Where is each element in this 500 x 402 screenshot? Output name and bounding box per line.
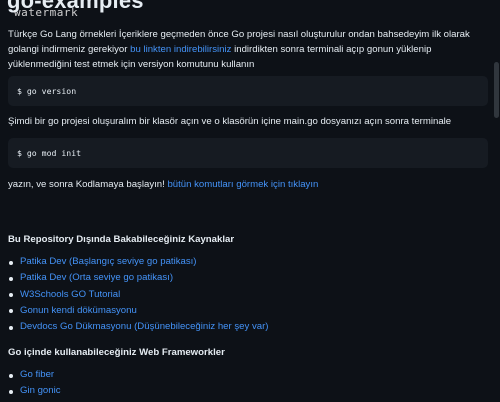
code-text: $ go mod init: [17, 148, 82, 158]
list-item: Patika Dev (Başlangıç seviye go patikası…: [8, 254, 268, 270]
bullet-icon: [9, 276, 13, 281]
all-commands-link[interactable]: bütün komutları görmek için tıklayın: [167, 179, 318, 190]
start-coding-text: yazın, ve sonra Kodlamaya başlayın!: [8, 179, 168, 190]
scrollbar-track[interactable]: [493, 0, 500, 402]
list-item: Patika Dev (Orta seviye go patikası): [8, 270, 268, 286]
list-item: Gin gonic: [8, 383, 61, 399]
bullet-icon: [9, 389, 13, 394]
framework-link-gin-gonic[interactable]: Gin gonic: [20, 385, 61, 396]
resource-link-devdocs[interactable]: Devdocs Go Dükmasyonu (Düşünebileceğiniz…: [20, 321, 268, 332]
watermark-text: watermark: [14, 6, 79, 19]
list-item: Gonun kendi dökümasyonu: [8, 303, 268, 319]
resources-heading: Bu Repository Dışında Bakabileceğiniz Ka…: [8, 234, 235, 245]
bullet-icon: [9, 293, 13, 298]
frameworks-heading: Go içinde kullanabileceğiniz Web Framewo…: [8, 347, 225, 358]
readme-page: go-examples watermark Türkçe Go Lang örn…: [0, 0, 500, 402]
bullet-icon: [9, 260, 13, 265]
code-block-go-mod-init[interactable]: $ go mod init: [8, 138, 488, 168]
resource-link-w3schools[interactable]: W3Schools GO Tutorial: [20, 289, 120, 300]
resource-link-patika-beginner[interactable]: Patika Dev (Başlangıç seviye go patikası…: [20, 256, 197, 267]
start-coding-paragraph: yazın, ve sonra Kodlamaya başlayın! bütü…: [8, 178, 318, 193]
download-link[interactable]: bu linkten indirebilirsiniz: [130, 44, 231, 55]
code-block-go-version[interactable]: $ go version: [8, 76, 488, 106]
bullet-icon: [9, 373, 13, 378]
resources-list: Patika Dev (Başlangıç seviye go patikası…: [8, 254, 268, 335]
list-item: W3Schools GO Tutorial: [8, 287, 268, 303]
frameworks-list: Go fiber Gin gonic: [8, 367, 61, 400]
bullet-icon: [9, 325, 13, 330]
intro-paragraph: Türkçe Go Lang örnekleri İçeriklere geçm…: [8, 27, 492, 72]
bullet-icon: [9, 309, 13, 314]
resource-link-go-docs[interactable]: Gonun kendi dökümasyonu: [20, 305, 137, 316]
list-item: Devdocs Go Dükmasyonu (Düşünebileceğiniz…: [8, 319, 268, 335]
project-setup-paragraph: Şimdi bir go projesi oluşuralım bir klas…: [8, 116, 452, 127]
list-item: Go fiber: [8, 367, 61, 383]
code-text: $ go version: [17, 86, 77, 96]
framework-link-go-fiber[interactable]: Go fiber: [20, 369, 54, 380]
resource-link-patika-intermediate[interactable]: Patika Dev (Orta seviye go patikası): [20, 272, 173, 283]
scrollbar-thumb[interactable]: [494, 62, 499, 118]
